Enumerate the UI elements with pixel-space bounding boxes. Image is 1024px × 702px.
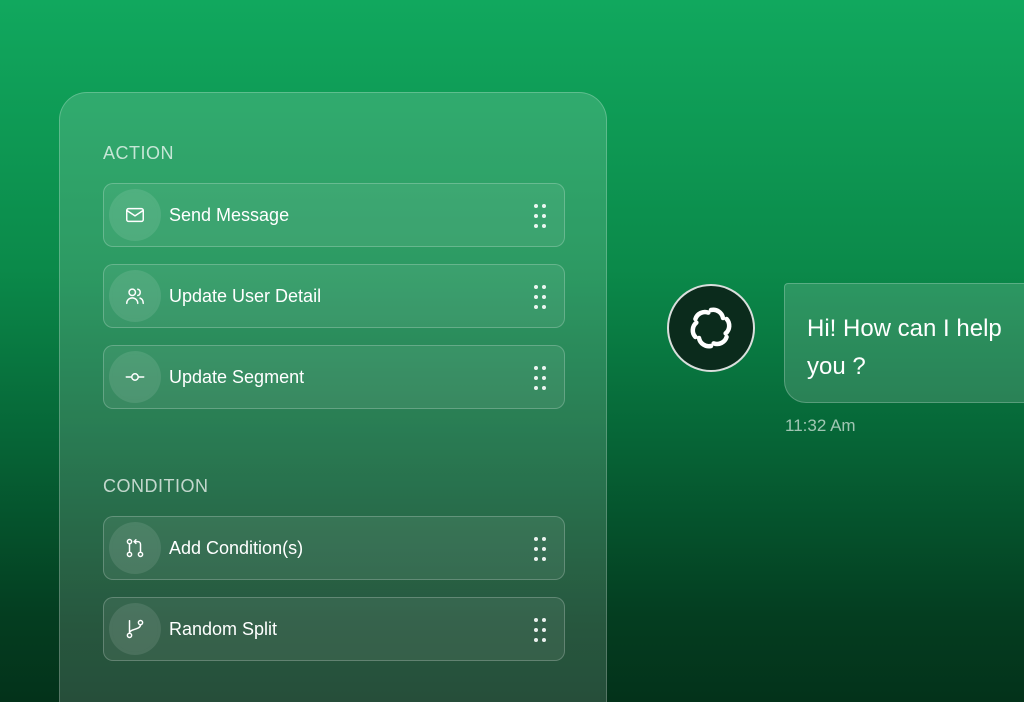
add-conditions-label: Add Condition(s) — [169, 538, 304, 558]
users-icon — [112, 273, 158, 319]
update-segment-label: Update Segment — [169, 367, 305, 387]
mail-icon — [112, 192, 158, 238]
git-branch-icon — [112, 606, 158, 652]
update-user-detail-label: Update User Detail — [169, 286, 322, 306]
action-section-title: ACTION — [103, 143, 175, 163]
send-message-item[interactable]: Send Message — [103, 183, 565, 247]
drag-handle-icon[interactable] — [534, 366, 548, 390]
git-pull-request-icon — [112, 525, 158, 571]
workflow-panel: ACTION Send Message Update User Detail U… — [59, 92, 607, 702]
drag-handle-icon[interactable] — [534, 204, 548, 228]
update-segment-item[interactable]: Update Segment — [103, 345, 565, 409]
random-split-label: Random Split — [169, 619, 278, 639]
commit-icon — [112, 354, 158, 400]
bot-avatar — [667, 284, 755, 372]
drag-handle-icon[interactable] — [534, 618, 548, 642]
drag-handle-icon[interactable] — [534, 537, 548, 561]
bot-logo-icon — [690, 307, 732, 349]
chat-message-bubble: Hi! How can I help you ? — [784, 283, 1024, 403]
message-timestamp: 11:32 Am — [785, 416, 856, 435]
add-conditions-item[interactable]: Add Condition(s) — [103, 516, 565, 580]
condition-section-title: CONDITION — [103, 476, 209, 496]
update-user-detail-item[interactable]: Update User Detail — [103, 264, 565, 328]
random-split-item[interactable]: Random Split — [103, 597, 565, 661]
send-message-label: Send Message — [169, 205, 290, 225]
drag-handle-icon[interactable] — [534, 285, 548, 309]
chat-message-text: Hi! How can I help you ? — [807, 315, 1002, 380]
